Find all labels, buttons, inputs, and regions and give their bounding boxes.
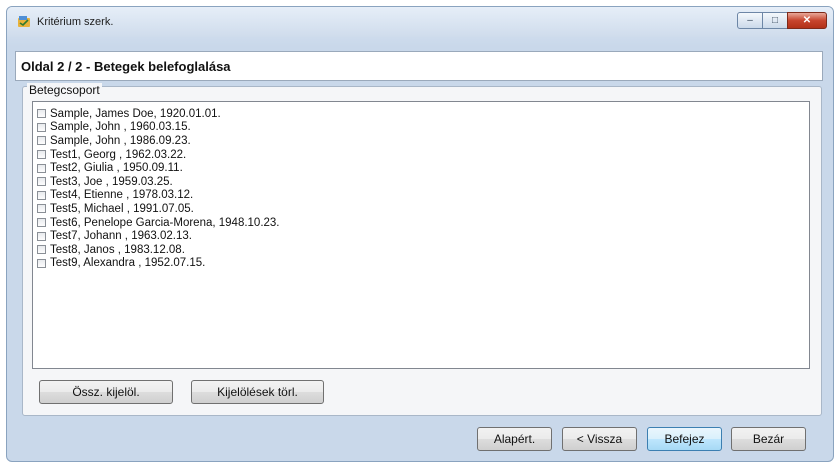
- patient-list-item[interactable]: Test4, Etienne , 1978.03.12.: [37, 189, 280, 203]
- minimize-button[interactable]: –: [737, 12, 763, 29]
- page-title: Oldal 2 / 2 - Betegek belefoglalása: [21, 59, 231, 74]
- checkbox[interactable]: [37, 190, 46, 200]
- finish-button[interactable]: Befejez: [647, 427, 722, 451]
- app-icon: [18, 16, 30, 27]
- patient-label: Test8, Janos , 1983.12.08.: [50, 243, 185, 256]
- checkbox[interactable]: [37, 109, 46, 119]
- patient-list-items: Sample, James Doe, 1920.01.01. Sample, Jo…: [37, 107, 280, 270]
- patient-label: Test1, Georg , 1962.03.22.: [50, 148, 187, 161]
- patient-list-item[interactable]: Test9, Alexandra , 1952.07.15.: [37, 257, 280, 271]
- window-title: Kritérium szerk.: [37, 16, 114, 28]
- patient-list-item[interactable]: Test1, Georg , 1962.03.22.: [37, 148, 280, 162]
- patient-label: Test9, Alexandra , 1952.07.15.: [50, 257, 206, 270]
- checkbox[interactable]: [37, 218, 46, 228]
- patient-label: Test2, Giulia , 1950.09.11.: [50, 162, 183, 175]
- patient-list-item[interactable]: Sample, John , 1960.03.15.: [37, 121, 280, 135]
- patient-label: Test3, Joe , 1959.03.25.: [50, 175, 173, 188]
- patient-list-item[interactable]: Test8, Janos , 1983.12.08.: [37, 243, 280, 257]
- clear-selection-button[interactable]: Kijelölések törl.: [191, 380, 324, 404]
- checkbox[interactable]: [37, 122, 46, 132]
- patient-label: Sample, John , 1986.09.23.: [50, 134, 191, 147]
- close-button[interactable]: Bezár: [731, 427, 806, 451]
- close-icon: ✕: [802, 15, 812, 26]
- back-button[interactable]: < Vissza: [562, 427, 637, 451]
- title-bar[interactable]: Kritérium szerk. – □ ✕: [7, 7, 833, 37]
- group-label: Betegcsoport: [27, 83, 102, 97]
- checkbox[interactable]: [37, 204, 46, 214]
- checkbox[interactable]: [37, 136, 46, 146]
- checkbox[interactable]: [37, 245, 46, 255]
- patient-list-item[interactable]: Sample, John , 1986.09.23.: [37, 134, 280, 148]
- patient-label: Sample, John , 1960.03.15.: [50, 121, 191, 134]
- patient-list-item[interactable]: Test7, Johann , 1963.02.13.: [37, 229, 280, 243]
- page-header: Oldal 2 / 2 - Betegek belefoglalása: [15, 51, 823, 81]
- patient-label: Test4, Etienne , 1978.03.12.: [50, 189, 194, 202]
- patient-list[interactable]: Sample, James Doe, 1920.01.01. Sample, Jo…: [32, 101, 810, 369]
- patient-label: Test7, Johann , 1963.02.13.: [50, 230, 192, 243]
- checkbox[interactable]: [37, 258, 46, 268]
- patient-list-item[interactable]: Test5, Michael , 1991.07.05.: [37, 202, 280, 216]
- maximize-icon: □: [771, 15, 779, 26]
- patient-list-item[interactable]: Sample, James Doe, 1920.01.01.: [37, 107, 280, 121]
- patient-list-item[interactable]: Test2, Giulia , 1950.09.11.: [37, 161, 280, 175]
- maximize-button[interactable]: □: [762, 12, 788, 29]
- defaults-button[interactable]: Alapért.: [477, 427, 552, 451]
- checkbox[interactable]: [37, 150, 46, 160]
- patient-group-box: Betegcsoport Sample, James Doe, 1920.01.…: [22, 83, 822, 416]
- close-window-button[interactable]: ✕: [787, 12, 827, 29]
- checkbox[interactable]: [37, 177, 46, 187]
- patient-label: Test6, Penelope Garcia-Morena, 1948.10.2…: [50, 216, 280, 229]
- checkbox[interactable]: [37, 163, 46, 173]
- select-all-button[interactable]: Össz. kijelöl.: [39, 380, 173, 404]
- patient-list-item[interactable]: Test3, Joe , 1959.03.25.: [37, 175, 280, 189]
- patient-list-item[interactable]: Test6, Penelope Garcia-Morena, 1948.10.2…: [37, 216, 280, 230]
- minimize-icon: –: [747, 15, 753, 26]
- patient-label: Test5, Michael , 1991.07.05.: [50, 202, 194, 215]
- checkbox[interactable]: [37, 231, 46, 241]
- patient-label: Sample, James Doe, 1920.01.01.: [50, 107, 221, 120]
- window-controls: – □ ✕: [737, 12, 827, 32]
